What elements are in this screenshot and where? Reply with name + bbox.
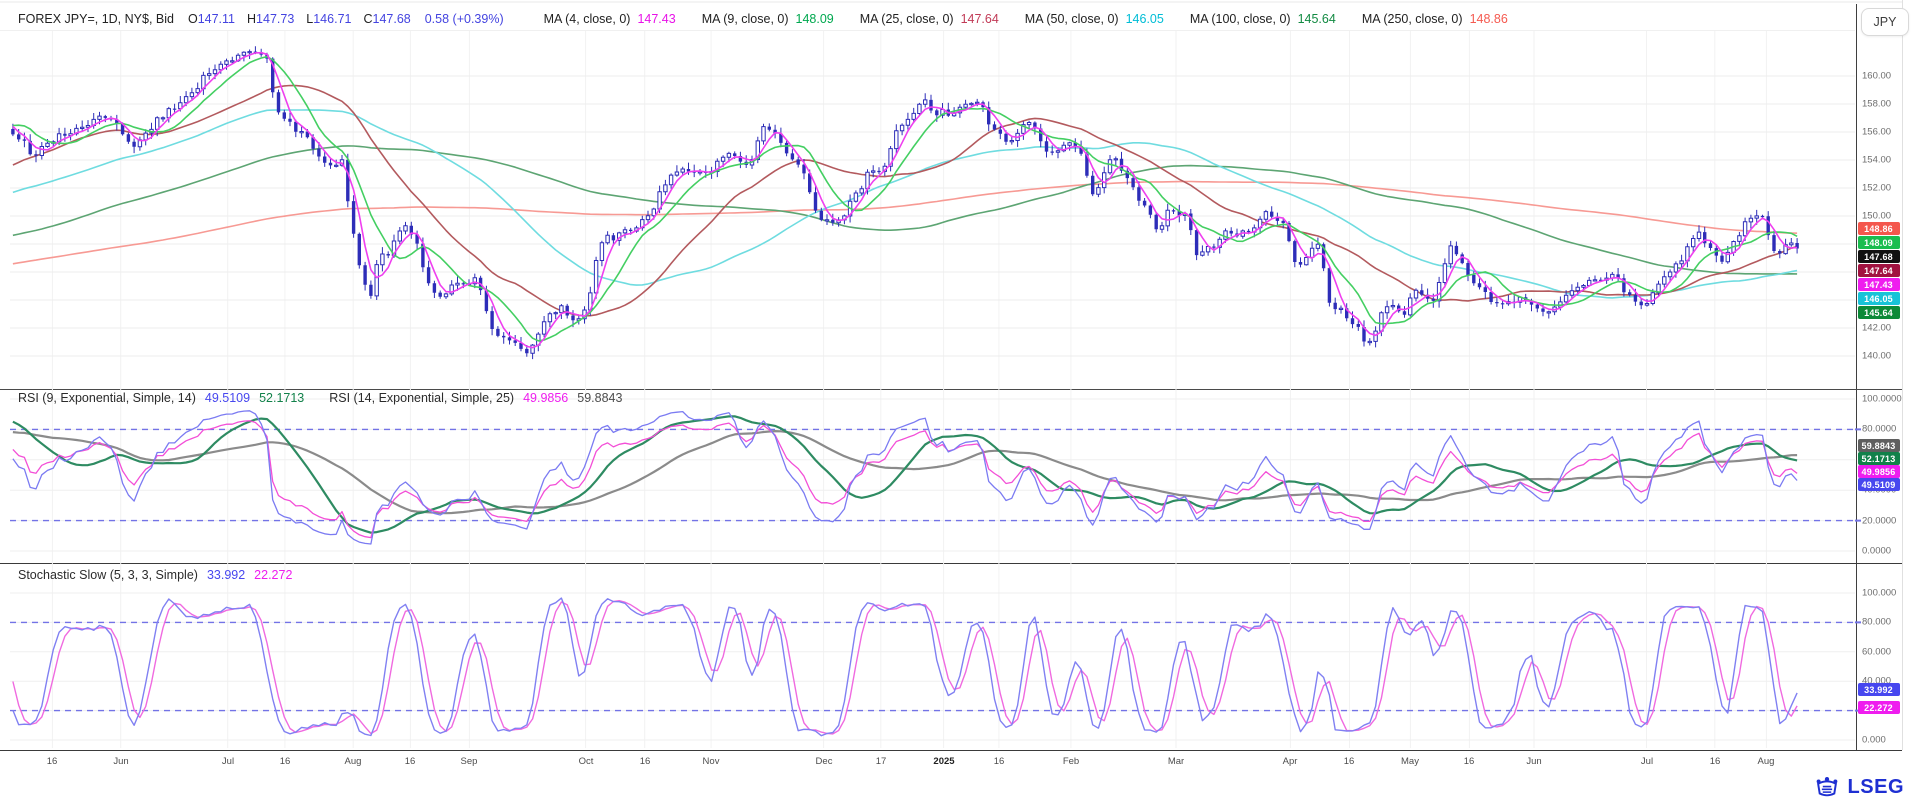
- stochastic-k-value: 33.992: [207, 568, 245, 582]
- date-axis-label: Nov: [703, 756, 720, 767]
- date-axis-label: Sep: [461, 756, 478, 767]
- date-axis-label: 16: [640, 756, 651, 767]
- lseg-logo-text: LSEG: [1848, 776, 1904, 799]
- stochastic-value-tag: 22.272: [1858, 701, 1900, 714]
- date-axis-label: Dec: [816, 756, 833, 767]
- rsi-value-tag: 52.1713: [1858, 452, 1900, 465]
- date-axis-label: Jul: [1641, 756, 1653, 767]
- date-axis-label: 16: [405, 756, 416, 767]
- stochastic-indicator-label[interactable]: Stochastic Slow (5, 3, 3, Simple) 33.992…: [18, 568, 292, 582]
- date-axis-label: Apr: [1283, 756, 1298, 767]
- date-axis-label: Mar: [1168, 756, 1184, 767]
- date-axis-label: 16: [1464, 756, 1475, 767]
- ohlc-readout: O147.11 H147.73 L146.71 C147.68: [188, 12, 411, 26]
- date-axis-label: Aug: [1758, 756, 1775, 767]
- rsi-2-value: 49.9856: [523, 391, 568, 405]
- ma-25-line: [13, 86, 1797, 316]
- ma-legend-item[interactable]: MA (50, close, 0)146.05: [1025, 12, 1164, 26]
- price-tag: 146.05: [1858, 292, 1900, 305]
- date-axis-label: 16: [1710, 756, 1721, 767]
- rsi-value-tag: 49.9856: [1858, 465, 1900, 478]
- ma-250-line: [13, 182, 1797, 264]
- price-axis-tick: 152.00: [1862, 183, 1891, 194]
- price-panel[interactable]: [10, 46, 1855, 359]
- date-axis-label: Aug: [345, 756, 362, 767]
- price-axis-tick: 154.00: [1862, 155, 1891, 166]
- rsi-axis-tick: 0.0000: [1862, 546, 1891, 557]
- candles-series: [11, 46, 1799, 359]
- ohlc-h: H147.73: [247, 12, 294, 26]
- date-axis-label: Feb: [1063, 756, 1079, 767]
- ma-4-line: [13, 53, 1797, 348]
- ohlc-l: L146.71: [306, 12, 351, 26]
- stochastic-d-line: [13, 601, 1797, 734]
- price-tag: 148.86: [1858, 222, 1900, 235]
- stochastic-value-tag: 33.992: [1858, 683, 1900, 696]
- stochastic-panel[interactable]: [10, 593, 1855, 740]
- ma-legend: MA (4, close, 0)147.43 MA (9, close, 0)14…: [518, 12, 1508, 26]
- price-tag: 147.64: [1858, 264, 1900, 277]
- rsi-1-label: RSI (9, Exponential, Simple, 14): [18, 391, 196, 405]
- rsi-1-value: 49.5109: [205, 391, 250, 405]
- currency-axis-button[interactable]: JPY: [1861, 8, 1909, 36]
- rsi-panel[interactable]: [10, 399, 1855, 551]
- ma-100-line: [13, 146, 1797, 274]
- price-axis-tick: 140.00: [1862, 351, 1891, 362]
- price-axis-tick: 142.00: [1862, 323, 1891, 334]
- lseg-crest-icon: [1813, 775, 1841, 799]
- rsi-value-tag: 59.8843: [1858, 439, 1900, 452]
- date-axis-label: 17: [876, 756, 887, 767]
- price-tag: 147.68: [1858, 250, 1900, 263]
- stochastic-label: Stochastic Slow (5, 3, 3, Simple): [18, 568, 198, 582]
- rsi-axis-tick: 100.0000: [1862, 394, 1902, 405]
- ma-legend-item[interactable]: MA (250, close, 0)148.86: [1362, 12, 1508, 26]
- stochastic-axis-tick: 100.000: [1862, 588, 1896, 599]
- chart-header: FOREX JPY=, 1D, NY$, Bid O147.11 H147.73 L…: [18, 9, 1508, 29]
- price-axis-tick: 160.00: [1862, 71, 1891, 82]
- chart-title: FOREX JPY=, 1D, NY$, Bid: [18, 12, 174, 26]
- price-axis-tick: 156.00: [1862, 127, 1891, 138]
- stochastic-d-value: 22.272: [254, 568, 292, 582]
- price-axis-tick: 158.00: [1862, 99, 1891, 110]
- rsi9-line: [13, 411, 1797, 544]
- ma-legend-item[interactable]: MA (4, close, 0)147.43: [544, 12, 676, 26]
- date-axis-label: Jun: [1526, 756, 1541, 767]
- rsi-1-signal-value: 52.1713: [259, 391, 304, 405]
- stochastic-axis-tick: 80.000: [1862, 617, 1891, 628]
- rsi-axis-tick: 20.0000: [1862, 515, 1896, 526]
- ma-9-line: [13, 57, 1797, 341]
- date-axis-label: Oct: [579, 756, 594, 767]
- rsi-2-signal-value: 59.8843: [577, 391, 622, 405]
- rsi14-signal-line: [13, 431, 1797, 513]
- ohlc-o: O147.11: [188, 12, 235, 26]
- date-axis-label: May: [1401, 756, 1419, 767]
- lseg-logo: LSEG: [1813, 775, 1904, 799]
- price-tag: 148.09: [1858, 236, 1900, 249]
- date-axis-label: 16: [47, 756, 58, 767]
- ohlc-c: C147.68: [363, 12, 410, 26]
- date-axis-label: 16: [280, 756, 291, 767]
- price-axis-tick: 150.00: [1862, 211, 1891, 222]
- rsi-indicator-label[interactable]: RSI (9, Exponential, Simple, 14) 49.5109…: [18, 391, 622, 405]
- price-tag: 145.64: [1858, 306, 1900, 319]
- change-readout: 0.58 (+0.39%): [425, 12, 504, 26]
- ma-legend-item[interactable]: MA (9, close, 0)148.09: [702, 12, 834, 26]
- date-axis-label: 2025: [933, 756, 954, 767]
- date-axis-label: 16: [1344, 756, 1355, 767]
- rsi-value-tag: 49.5109: [1858, 478, 1900, 491]
- rsi-axis-tick: 80.0000: [1862, 424, 1896, 435]
- stochastic-axis-tick: 0.000: [1862, 735, 1886, 746]
- chart-window: FOREX JPY=, 1D, NY$, Bid O147.11 H147.73 L…: [0, 0, 1916, 803]
- stochastic-axis-tick: 60.000: [1862, 646, 1891, 657]
- date-axis-label: Jul: [222, 756, 234, 767]
- ma-legend-item[interactable]: MA (25, close, 0)147.64: [860, 12, 999, 26]
- date-axis-label: Jun: [113, 756, 128, 767]
- date-axis-label: 16: [994, 756, 1005, 767]
- price-tag: 147.43: [1858, 278, 1900, 291]
- rsi-gridlines: [10, 399, 1855, 551]
- ma-legend-item[interactable]: MA (100, close, 0)145.64: [1190, 12, 1336, 26]
- rsi-2-label: RSI (14, Exponential, Simple, 25): [329, 391, 514, 405]
